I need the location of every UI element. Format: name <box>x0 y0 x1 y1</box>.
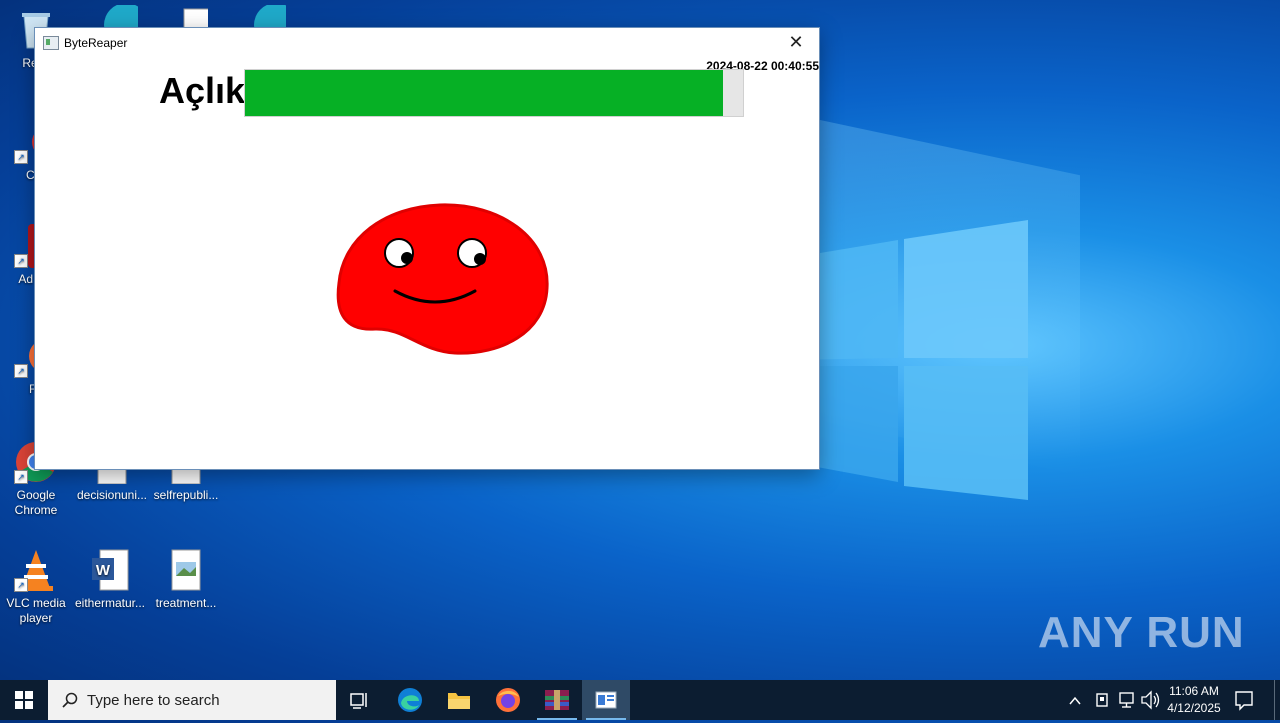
shortcut-arrow-icon: ↗ <box>14 470 28 484</box>
tray-overflow-button[interactable] <box>1068 680 1088 720</box>
pet-left-eye <box>384 238 414 268</box>
taskbar-file-explorer[interactable] <box>435 680 483 720</box>
desktop-icon-label: VLC media player <box>6 596 66 625</box>
clock-date: 4/12/2025 <box>1167 701 1221 715</box>
folder-icon <box>448 693 470 709</box>
windows-start-icon <box>15 691 33 709</box>
desktop-icon-label: eithermatur... <box>74 596 146 610</box>
taskbar-bytereaper[interactable] <box>582 680 630 720</box>
notification-icon <box>1235 691 1253 711</box>
svg-text:W: W <box>96 562 111 579</box>
anyrun-watermark: ANY RUN <box>1038 608 1245 657</box>
desktop-icon-vlc[interactable]: ↗ VLC media player <box>0 548 72 626</box>
close-button[interactable]: ✕ <box>773 28 819 56</box>
clock-time: 11:06 AM <box>1169 684 1219 698</box>
show-desktop-button[interactable] <box>1274 680 1275 720</box>
image-file-icon <box>164 548 208 592</box>
hunger-label: Açlık <box>159 70 246 111</box>
device-icon <box>1096 693 1108 707</box>
desktop-icon-label: decisionuni... <box>76 488 148 502</box>
shortcut-arrow-icon: ↗ <box>14 150 28 164</box>
start-button[interactable] <box>0 680 48 720</box>
shortcut-arrow-icon: ↗ <box>14 364 28 378</box>
windows-logo-wallpaper <box>790 220 1028 500</box>
window-title: ByteReaper <box>64 36 128 50</box>
winrar-icon <box>545 690 569 710</box>
taskbar-edge[interactable] <box>386 680 434 720</box>
window-titlebar[interactable]: ByteReaper ✕ <box>35 28 819 56</box>
desktop-icon-label: selfrepubli... <box>153 488 219 502</box>
desktop-icon-label: treatment... <box>155 596 217 610</box>
taskbar-firefox[interactable] <box>484 680 532 720</box>
chevron-up-icon <box>1069 696 1081 705</box>
hunger-bar-fill <box>245 70 724 116</box>
pet-blob[interactable] <box>335 203 555 363</box>
desktop-icon-treatment[interactable]: treatment... <box>150 548 222 611</box>
app-window-icon <box>595 691 617 709</box>
taskbar-winrar[interactable] <box>533 680 581 720</box>
taskbar-search-box[interactable]: Type here to search <box>48 680 336 720</box>
speaker-icon <box>1141 690 1160 710</box>
shortcut-arrow-icon: ↗ <box>14 254 28 268</box>
search-icon <box>62 692 78 708</box>
network-icon <box>1119 692 1134 708</box>
desktop-icon-label: Google Chrome <box>14 488 58 517</box>
taskbar-clock[interactable]: 11:06 AM 4/12/2025 <box>1158 683 1230 717</box>
app-icon <box>43 36 59 50</box>
hunger-bar <box>244 69 744 117</box>
task-view-button[interactable] <box>336 680 384 720</box>
edge-icon <box>398 688 422 712</box>
taskbar: Type here to search 11:06 AM 4/12/2025 <box>0 680 1280 720</box>
vlc-icon: ↗ <box>14 548 58 592</box>
pet-right-eye <box>457 238 487 268</box>
shortcut-arrow-icon: ↗ <box>14 578 28 592</box>
tray-device-button[interactable] <box>1094 680 1114 720</box>
search-placeholder: Type here to search <box>87 692 220 709</box>
firefox-icon <box>496 688 520 712</box>
bytereaper-window[interactable]: ByteReaper ✕ 2024-08-22 00:40:55 Açlık <box>34 27 820 470</box>
desktop-icon-eithermatur[interactable]: W eithermatur... <box>74 548 146 611</box>
task-view-icon <box>350 693 367 709</box>
notifications-button[interactable] <box>1234 680 1260 720</box>
word-icon: W <box>88 548 132 592</box>
tray-network-button[interactable] <box>1117 680 1139 720</box>
